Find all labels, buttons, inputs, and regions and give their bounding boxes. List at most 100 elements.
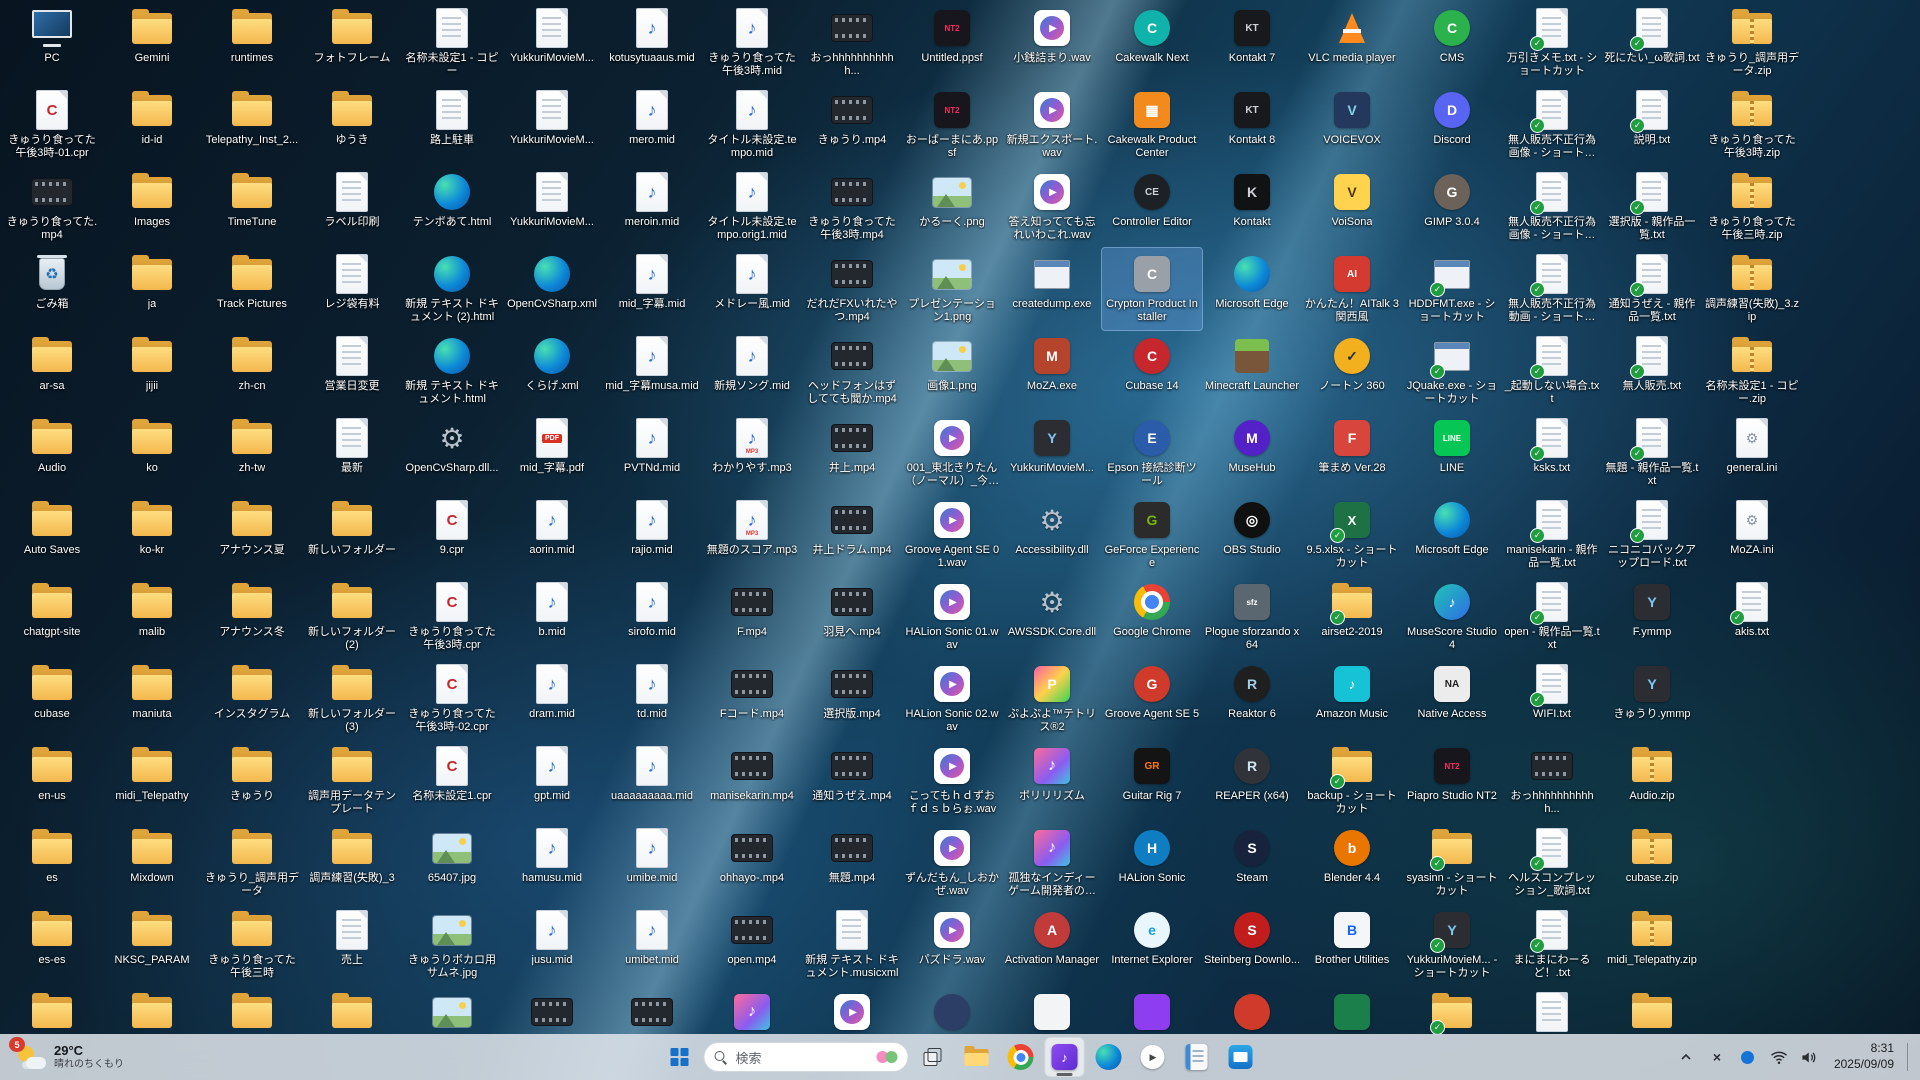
desktop-icon[interactable]: Cきゅうり食ってた午後3時.cpr	[402, 576, 502, 658]
task-view-button[interactable]	[913, 1037, 953, 1077]
desktop-icon[interactable]: おっhhhhhhhhhhh...	[802, 2, 902, 84]
desktop-icon[interactable]: ♪kotusytuaaus.mid	[602, 2, 702, 84]
desktop-icon[interactable]: ♪dram.mid	[502, 658, 602, 740]
desktop-icon[interactable]: midi_Telepathy	[102, 740, 202, 822]
desktop-icon[interactable]: Gemini	[102, 2, 202, 84]
edge-taskbar-button[interactable]	[1089, 1037, 1129, 1077]
desktop-icon[interactable]: maniuta	[102, 658, 202, 740]
desktop-icon[interactable]: AIかんたん！AITalk 3 関西風	[1302, 248, 1402, 330]
desktop-icon[interactable]: VVoiSona	[1302, 166, 1402, 248]
desktop-icon[interactable]: RREAPER (x64)	[1202, 740, 1302, 822]
desktop-icon[interactable]: ♪MuseScore Studio 4	[1402, 576, 1502, 658]
file-explorer-button[interactable]	[957, 1037, 997, 1077]
tray-overflow-button[interactable]	[1675, 1038, 1697, 1076]
desktop-icon[interactable]: ♪gpt.mid	[502, 740, 602, 822]
desktop-icon[interactable]: 無題.mp4	[802, 822, 902, 904]
desktop-icon[interactable]: ♪mid_字幕.mid	[602, 248, 702, 330]
desktop-icon[interactable]: かるーく.png	[902, 166, 1002, 248]
desktop-icon[interactable]: ✓死にたい_ω歌詞.txt	[1602, 2, 1702, 84]
desktop-icon[interactable]: ♪mero.mid	[602, 84, 702, 166]
desktop-icon[interactable]: PDFmid_字幕.pdf	[502, 412, 602, 494]
weather-widget[interactable]: 5 29°C 晴れのちくもり	[10, 1040, 130, 1074]
desktop-icon[interactable]: ✓ksks.txt	[1502, 412, 1602, 494]
desktop-icon[interactable]: ✓airset2-2019	[1302, 576, 1402, 658]
desktop-icon[interactable]: ✓JQuake.exe - ショートカット	[1402, 330, 1502, 412]
desktop-icon[interactable]: ar-sa	[2, 330, 102, 412]
desktop-icon[interactable]: ✓_起動しない場合.txt	[1502, 330, 1602, 412]
desktop-icon[interactable]: ▶パズドラ.wav	[902, 904, 1002, 986]
desktop-icon[interactable]: YukkuriMovieM...	[502, 2, 602, 84]
desktop-icon[interactable]: アナウンス夏	[202, 494, 302, 576]
desktop-icon[interactable]: 新規 テキスト ドキュメント.musicxml	[802, 904, 902, 986]
desktop-icon[interactable]: ♪td.mid	[602, 658, 702, 740]
start-button[interactable]	[660, 1037, 700, 1077]
desktop-icon[interactable]: OpenCvSharp.xml	[502, 248, 602, 330]
desktop-icon[interactable]: きゅうり食ってた.mp4	[2, 166, 102, 248]
desktop-icon[interactable]: ヘッドフォンはずしてても聞か.mp4	[802, 330, 902, 412]
desktop-icon[interactable]: ✓ニコニコバックアップロード.txt	[1602, 494, 1702, 576]
desktop-icon[interactable]: ♪aorin.mid	[502, 494, 602, 576]
desktop-icon[interactable]: ♪タイトル未設定.tempo.mid	[702, 84, 802, 166]
desktop-icon[interactable]: ♪タイトル未設定.tempo.orig1.mid	[702, 166, 802, 248]
desktop-icon[interactable]: ▶HALion Sonic 02.wav	[902, 658, 1002, 740]
desktop-icon[interactable]: 調声練習(失敗)_3.zip	[1702, 248, 1802, 330]
desktop-icon[interactable]: ▶新規エクスポート.wav	[1002, 84, 1102, 166]
desktop-icon[interactable]: ko-kr	[102, 494, 202, 576]
desktop-icon[interactable]: Audio	[2, 412, 102, 494]
search-box[interactable]: 検索	[704, 1042, 909, 1072]
tray-app-x-button[interactable]: ×	[1706, 1038, 1728, 1076]
desktop-icon[interactable]: ⚙Accessibility.dll	[1002, 494, 1102, 576]
desktop-icon[interactable]: くらげ.xml	[502, 330, 602, 412]
desktop-icon[interactable]: Mixdown	[102, 822, 202, 904]
desktop-icon[interactable]: レジ袋有料	[302, 248, 402, 330]
notepad-button[interactable]	[1177, 1037, 1217, 1077]
volume-button[interactable]	[1799, 1038, 1821, 1076]
desktop-icon[interactable]: ♪新規ソング.mid	[702, 330, 802, 412]
desktop-icon[interactable]: MMoZA.exe	[1002, 330, 1102, 412]
desktop-icon[interactable]: Telepathy_Inst_2...	[202, 84, 302, 166]
desktop-icon[interactable]: sfzPlogue sforzando x64	[1202, 576, 1302, 658]
desktop-icon[interactable]: ▶こってもｈｄずおｆｄｓｂらぉ.wav	[902, 740, 1002, 822]
desktop-icon[interactable]: 新しいフォルダー (3)	[302, 658, 402, 740]
desktop-icon[interactable]: CCakewalk Next	[1102, 2, 1202, 84]
music-app-button[interactable]: ♪	[1045, 1037, 1085, 1077]
desktop-icon[interactable]: NT2Untitled.ppsf	[902, 2, 1002, 84]
desktop-icon[interactable]: midi_Telepathy.zip	[1602, 904, 1702, 986]
desktop-icon[interactable]: ✓無題 - 親作品一覧.txt	[1602, 412, 1702, 494]
desktop-icon[interactable]: GRGuitar Rig 7	[1102, 740, 1202, 822]
desktop-icon[interactable]: Pぷよぷよ™テトリス®2	[1002, 658, 1102, 740]
desktop-icon[interactable]: ♪Amazon Music	[1302, 658, 1402, 740]
desktop-icon[interactable]: インスタグラム	[202, 658, 302, 740]
desktop-icon[interactable]: ✓説明.txt	[1602, 84, 1702, 166]
desktop-icon[interactable]: Fコード.mp4	[702, 658, 802, 740]
desktop-icon[interactable]: ♪ポリリリズム	[1002, 740, 1102, 822]
desktop-icon[interactable]: ♪meroin.mid	[602, 166, 702, 248]
desktop-icon[interactable]: ♪MP3無題のスコア.mp3	[702, 494, 802, 576]
desktop-icon[interactable]: きゅうり_調声用データ	[202, 822, 302, 904]
desktop-icon[interactable]: bBlender 4.4	[1302, 822, 1402, 904]
desktop-icon[interactable]: ▶HALion Sonic 01.wav	[902, 576, 1002, 658]
desktop-icon[interactable]: 画像1.png	[902, 330, 1002, 412]
desktop-icon[interactable]: 選択版.mp4	[802, 658, 902, 740]
desktop-icon[interactable]: ♪uaaaaaaaaa.mid	[602, 740, 702, 822]
desktop-icon[interactable]: runtimes	[202, 2, 302, 84]
desktop-icon[interactable]: C名称未設定1.cpr	[402, 740, 502, 822]
desktop-icon[interactable]: ✓万引きメモ.txt - ショートカット	[1502, 2, 1602, 84]
desktop-icon[interactable]: だれだFXいれたやつ.mp4	[802, 248, 902, 330]
desktop-icon[interactable]: open.mp4	[702, 904, 802, 986]
desktop-icon[interactable]: YukkuriMovieM...	[502, 166, 602, 248]
desktop-icon[interactable]: YYukkuriMovieM...	[1002, 412, 1102, 494]
desktop-icon[interactable]: Images	[102, 166, 202, 248]
desktop-icon[interactable]: ⚙MoZA.ini	[1702, 494, 1802, 576]
desktop-icon[interactable]: ♪umibe.mid	[602, 822, 702, 904]
desktop-icon[interactable]: VLC media player	[1302, 2, 1402, 84]
desktop-icon[interactable]: Minecraft Launcher	[1202, 330, 1302, 412]
desktop-icon[interactable]: 新規 テキスト ドキュメント (2).html	[402, 248, 502, 330]
desktop-icon[interactable]: ✓HDDFMT.exe - ショートカット	[1402, 248, 1502, 330]
desktop-icon[interactable]: es	[2, 822, 102, 904]
desktop-icon[interactable]: 井上.mp4	[802, 412, 902, 494]
desktop-icon[interactable]: Cきゅうり食ってた午後3時-01.cpr	[2, 84, 102, 166]
chrome-taskbar-button[interactable]	[1001, 1037, 1041, 1077]
desktop-icon[interactable]: Track Pictures	[202, 248, 302, 330]
desktop-icon[interactable]: malib	[102, 576, 202, 658]
